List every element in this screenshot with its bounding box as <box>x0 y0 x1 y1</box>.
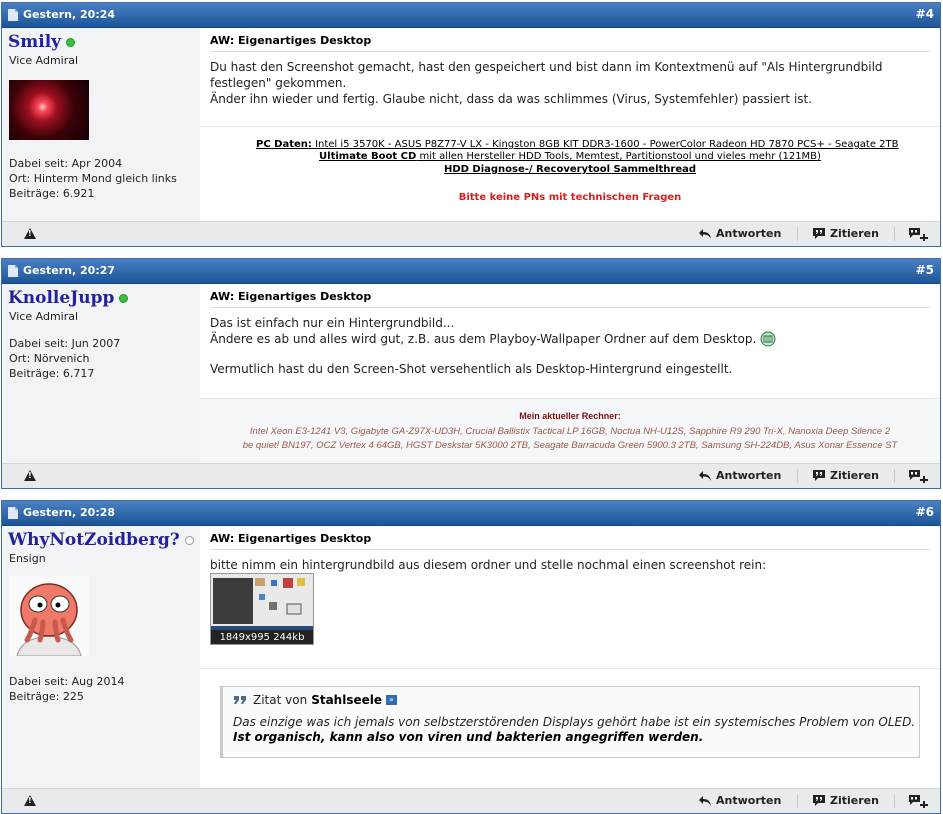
quote-author: Stahlseele <box>311 693 382 707</box>
signature-ubcd-text: mit allen Hersteller HDD Tools, Memtest,… <box>416 151 821 162</box>
user-sidebar: KnolleJupp Vice Admiral Dabei seit: Jun … <box>2 284 200 464</box>
smiley-icon <box>760 331 776 347</box>
post-header: Gestern, 20:27 #5 <box>2 259 940 284</box>
view-post-icon[interactable]: » <box>386 695 397 705</box>
quote-button[interactable]: Zitieren <box>812 469 879 482</box>
signature-ubcd-link[interactable]: Ultimate Boot CD <box>319 151 416 162</box>
quote-text-line: Das einzige was ich jemals von selbstzer… <box>233 715 916 729</box>
quote-icon <box>813 795 825 806</box>
user-joined: Dabei seit: Aug 2014 <box>9 675 125 688</box>
post-title: AW: Eigenartiges Desktop <box>210 290 930 308</box>
post-footer: Antworten Zitieren <box>2 463 940 488</box>
report-icon[interactable] <box>24 228 36 239</box>
username-link[interactable]: KnolleJupp <box>8 288 114 308</box>
signature-line: be quiet! BN197, OCZ Vertex 4 64GB, HGST… <box>242 440 898 451</box>
reply-icon <box>699 470 711 481</box>
signature-pc-label: PC Daten: <box>256 139 312 150</box>
desktop-screenshot-icon <box>211 574 313 630</box>
post-icon <box>8 506 18 519</box>
post-date: Gestern, 20:27 <box>23 264 116 277</box>
post-body: bitte nimm ein hintergrundbild aus diese… <box>210 557 928 573</box>
multiquote-icon <box>909 795 928 808</box>
quote-prefix: Zitat von <box>253 693 308 707</box>
user-joined: Dabei seit: Jun 2007 <box>9 337 121 350</box>
signature-line: Intel Xeon E3-1241 V3, Gigabyte GA-Z97X-… <box>249 426 891 437</box>
multiquote-icon <box>909 470 928 483</box>
post-text-line: Änder ihn wieder und fertig. Glaube nich… <box>210 92 813 106</box>
post-icon <box>8 264 18 277</box>
post-content: AW: Eigenartiges Desktop Du hast den Scr… <box>200 28 940 223</box>
user-location: Ort: Nörvenich <box>9 352 90 365</box>
post-text-line: Du hast den Screenshot gemacht, hast den… <box>210 60 883 90</box>
post-4: Gestern, 20:24 #4 Smily Vice Admiral Dab… <box>1 2 941 247</box>
post-footer: Antworten Zitieren <box>2 221 940 246</box>
user-sidebar: Smily Vice Admiral Dabei seit: Apr 2004 … <box>2 28 200 222</box>
multiquote-icon <box>909 228 928 241</box>
post-text-line: Vermutlich hast du den Screen-Shot verse… <box>210 362 733 376</box>
multiquote-button[interactable] <box>908 227 932 241</box>
user-location: Ort: Hinterm Mond gleich links <box>9 172 177 185</box>
post-content: AW: Eigenartiges Desktop Das ist einfach… <box>200 284 940 465</box>
post-body: Das ist einfach nur ein Hintergrundbild.… <box>210 315 928 377</box>
signature-no-pn: Bitte keine PNs mit technischen Fragen <box>458 192 682 203</box>
avatar[interactable] <box>9 576 89 656</box>
reply-button[interactable]: Antworten <box>698 469 781 482</box>
zoidberg-avatar-icon <box>9 576 89 656</box>
user-post-count: Beiträge: 225 <box>9 690 84 703</box>
reply-button[interactable]: Antworten <box>698 794 781 807</box>
reply-icon <box>699 795 711 806</box>
signature-pc-link[interactable]: Intel i5 3570K - ASUS P8Z77-V LX - Kings… <box>312 139 898 150</box>
signature: Mein aktueller Rechner: Intel Xeon E3-12… <box>200 398 940 465</box>
post-5: Gestern, 20:27 #5 KnolleJupp Vice Admira… <box>1 258 941 489</box>
post-footer: Antworten Zitieren <box>2 788 940 813</box>
quote-marks-icon <box>234 696 246 704</box>
username-link[interactable]: WhyNotZoidberg? <box>8 530 180 550</box>
post-6: Gestern, 20:28 #6 WhyNotZoidberg? Ensign… <box>1 500 941 814</box>
user-post-count: Beiträge: 6.717 <box>9 367 95 380</box>
user-post-count: Beiträge: 6.921 <box>9 187 95 200</box>
quote-box: Zitat von Stahlseele » Das einzige was i… <box>220 686 920 758</box>
post-title: AW: Eigenartiges Desktop <box>210 34 930 52</box>
post-date: Gestern, 20:28 <box>23 506 116 519</box>
post-header: Gestern, 20:24 #4 <box>2 3 940 28</box>
user-rank: Vice Admiral <box>9 54 79 67</box>
quote-button[interactable]: Zitieren <box>812 227 879 240</box>
attachment-caption: 1849x995 244kb <box>219 632 305 643</box>
username-link[interactable]: Smily <box>8 32 61 52</box>
signature-hdd-link[interactable]: HDD Diagnose-/ Recoverytool Sammelthread <box>200 164 940 175</box>
attachment-thumbnail[interactable]: 1849x995 244kb <box>210 573 314 645</box>
online-status-icon <box>119 294 129 303</box>
post-icon <box>8 8 18 21</box>
quote-icon <box>813 470 825 481</box>
signature-heading: Mein aktueller Rechner: <box>519 411 621 421</box>
post-number-link[interactable]: #6 <box>916 505 934 519</box>
multiquote-button[interactable] <box>908 794 932 808</box>
report-icon[interactable] <box>24 470 36 481</box>
user-rank: Ensign <box>9 552 46 565</box>
user-sidebar: WhyNotZoidberg? Ensign Dabei seit: Aug 2… <box>2 526 200 789</box>
user-rank: Vice Admiral <box>9 310 79 323</box>
user-joined: Dabei seit: Apr 2004 <box>9 157 123 170</box>
report-icon[interactable] <box>24 795 36 806</box>
post-number-link[interactable]: #5 <box>916 263 934 277</box>
post-title: AW: Eigenartiges Desktop <box>210 532 930 550</box>
quote-icon <box>813 228 825 239</box>
post-header: Gestern, 20:28 #6 <box>2 501 940 526</box>
offline-status-icon <box>184 536 194 545</box>
online-status-icon <box>66 38 76 47</box>
post-text-line: bitte nimm ein hintergrundbild aus diese… <box>210 558 767 572</box>
signature: PC Daten: Intel i5 3570K - ASUS P8Z77-V … <box>200 126 940 223</box>
post-text-line: Ändere es ab und alles wird gut, z.B. au… <box>210 332 757 346</box>
post-date: Gestern, 20:24 <box>23 8 116 21</box>
post-body: Du hast den Screenshot gemacht, hast den… <box>210 59 928 107</box>
avatar[interactable] <box>9 80 89 140</box>
post-text-line: Das ist einfach nur ein Hintergrundbild.… <box>210 316 455 330</box>
reply-icon <box>699 228 711 239</box>
post-number-link[interactable]: #4 <box>916 7 934 21</box>
multiquote-button[interactable] <box>908 469 932 483</box>
quote-text-bold: Ist organisch, kann also von viren und b… <box>233 730 704 744</box>
post-content: AW: Eigenartiges Desktop bitte nimm ein … <box>200 526 940 790</box>
quote-button[interactable]: Zitieren <box>812 794 879 807</box>
reply-button[interactable]: Antworten <box>698 227 781 240</box>
